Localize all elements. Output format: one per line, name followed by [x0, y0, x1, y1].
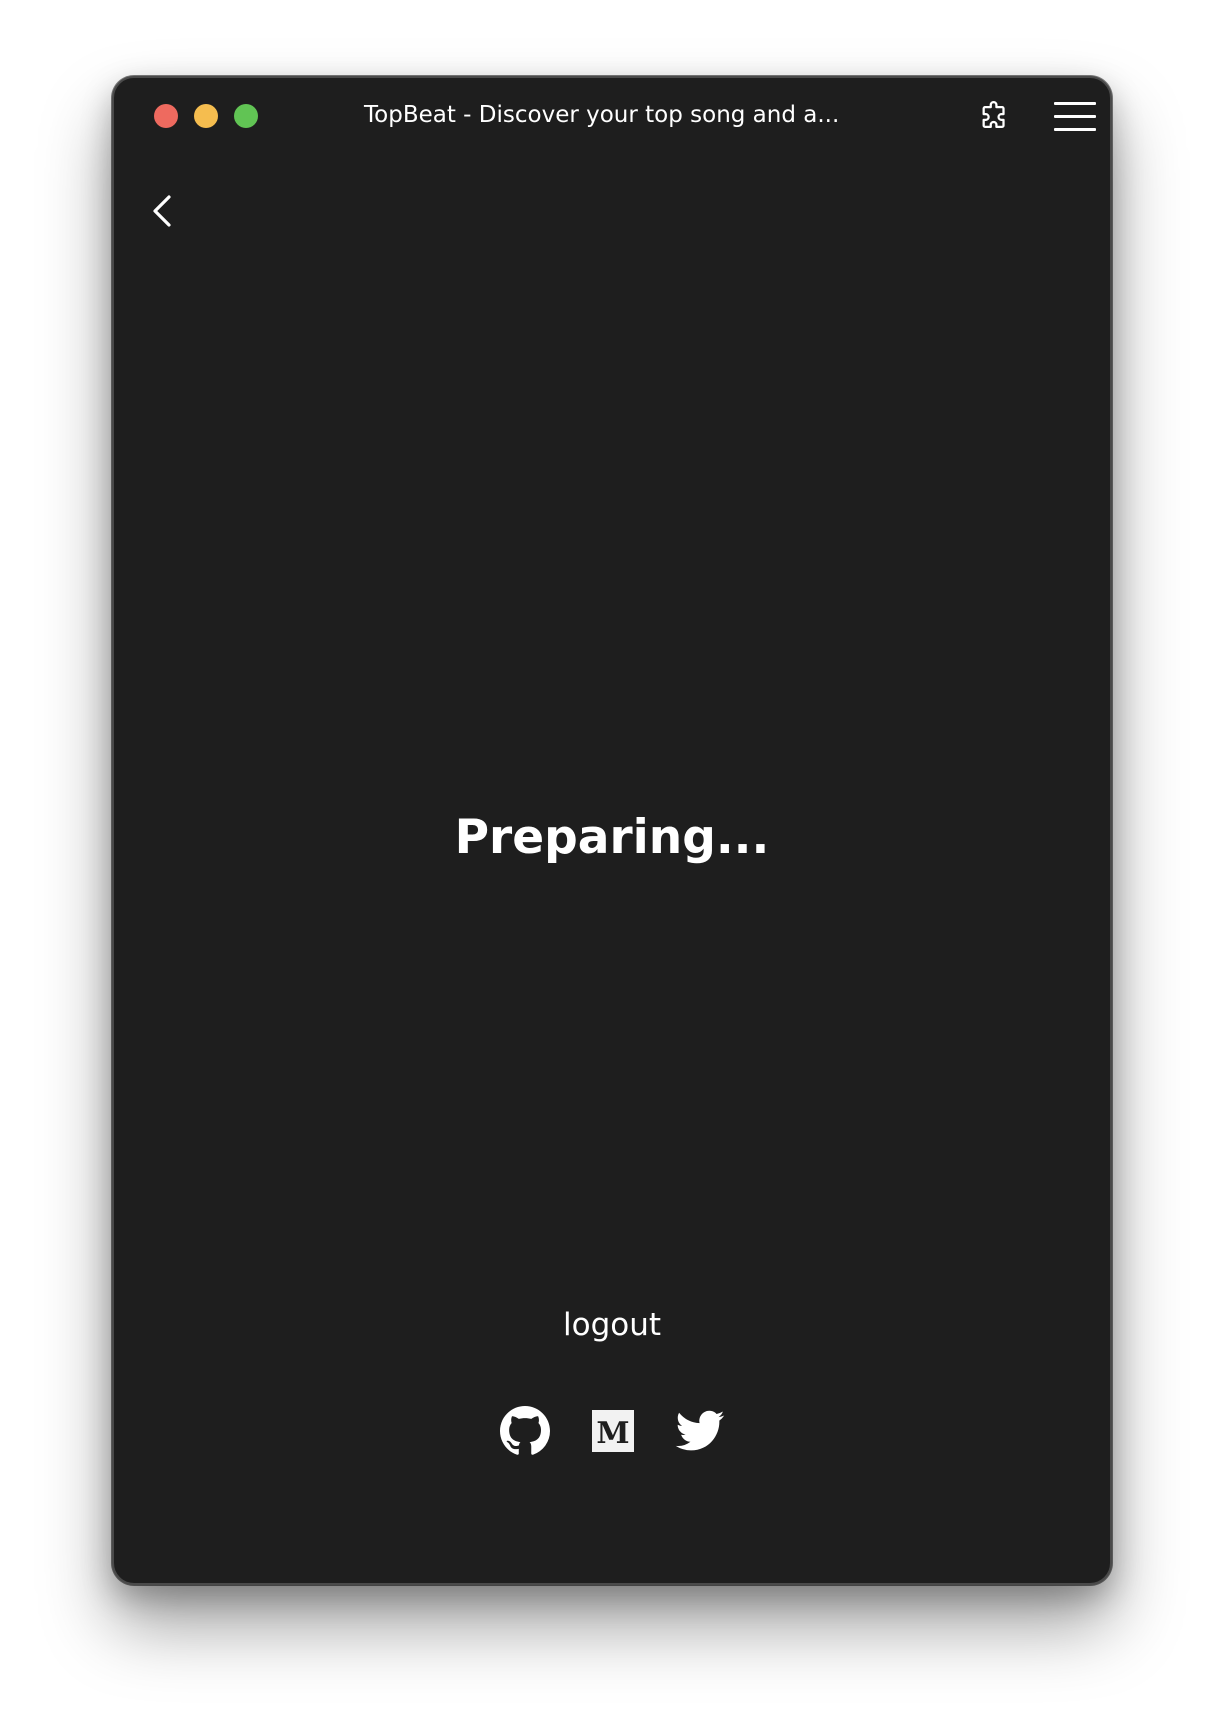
close-window-button[interactable]	[154, 104, 178, 128]
title-bar: TopBeat - Discover your top song and a..…	[114, 78, 1110, 152]
status-text: Preparing...	[454, 810, 770, 865]
github-icon[interactable]	[500, 1406, 550, 1456]
desktop-background: TopBeat - Discover your top song and a..…	[0, 0, 1224, 1734]
chevron-left-icon[interactable]	[148, 188, 182, 234]
medium-icon[interactable]: M	[588, 1406, 638, 1456]
app-window: TopBeat - Discover your top song and a..…	[112, 76, 1112, 1585]
window-title: TopBeat - Discover your top song and a..…	[364, 102, 840, 128]
minimize-window-button[interactable]	[194, 104, 218, 128]
hamburger-menu-icon[interactable]	[1054, 100, 1096, 134]
medium-glyph: M	[596, 1416, 629, 1451]
zoom-window-button[interactable]	[234, 104, 258, 128]
twitter-icon[interactable]	[674, 1406, 725, 1456]
social-links: M	[114, 1406, 1110, 1456]
puzzle-piece-icon[interactable]	[978, 100, 1012, 134]
logout-link[interactable]: logout	[114, 1305, 1110, 1345]
